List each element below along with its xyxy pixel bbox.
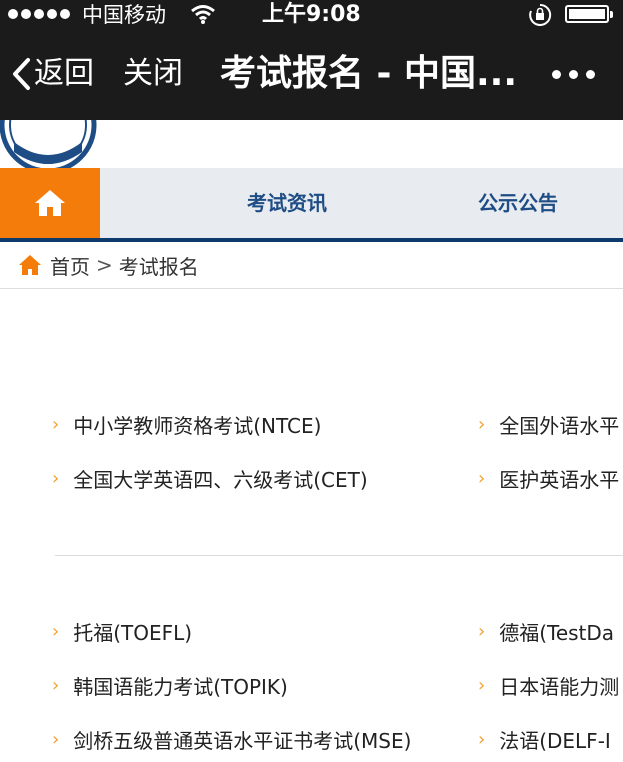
logo-band (0, 120, 623, 168)
battery-icon (565, 5, 613, 23)
chevron-left-icon (13, 58, 30, 90)
status-time: 上午9:08 (262, 2, 361, 27)
exam-link[interactable]: › 医护英语水平 (478, 465, 619, 495)
exam-link-label: 德福(TestDa (499, 621, 615, 645)
exam-link-label: 医护英语水平 (499, 468, 620, 492)
breadcrumb-home-link[interactable]: 首页 (50, 251, 90, 280)
site-logo (0, 120, 97, 168)
rotation-lock-icon (528, 3, 552, 31)
breadcrumb-separator: > (96, 253, 113, 277)
exam-link[interactable]: › 全国大学英语四、六级考试(CET) (52, 465, 368, 495)
exam-link-label: 剑桥五级普通英语水平证书考试(MSE) (73, 729, 412, 753)
exam-link-label: 日本语能力测 (499, 675, 620, 699)
main-menu: 考试资讯 公示公告 (0, 168, 623, 238)
exam-link-label: 韩国语能力考试(TOPIK) (73, 675, 288, 699)
breadcrumb-home-icon (19, 255, 41, 275)
nav-bar: 返回 关闭 考试报名 - 中国... (0, 30, 623, 120)
breadcrumb: 首页 > 考试报名 (0, 242, 623, 289)
exam-link[interactable]: › 托福(TOEFL) (52, 618, 192, 648)
exam-link[interactable]: › 德福(TestDa (478, 618, 614, 648)
exam-link[interactable]: › 日本语能力测 (478, 672, 619, 702)
menu-item-exam-news[interactable]: 考试资讯 (247, 168, 327, 238)
exam-link-label: 托福(TOEFL) (73, 621, 193, 645)
signal-dots-icon (8, 9, 70, 19)
exam-link-label: 中小学教师资格考试(NTCE) (73, 414, 322, 438)
exam-link-label: 法语(DELF-I (499, 729, 611, 753)
menu-item-announcements[interactable]: 公示公告 (478, 168, 558, 238)
exam-link[interactable]: › 全国外语水平 (478, 411, 619, 441)
menu-home-button[interactable] (0, 168, 100, 238)
chevron-right-icon: › (478, 621, 486, 642)
page-title: 考试报名 - 中国... (220, 53, 518, 94)
back-label: 返回 (34, 56, 94, 91)
exam-link[interactable]: › 剑桥五级普通英语水平证书考试(MSE) (52, 726, 411, 756)
back-button[interactable]: 返回 (10, 56, 94, 92)
chevron-right-icon: › (52, 729, 60, 750)
exam-link-label: 全国外语水平 (499, 414, 620, 438)
chevron-right-icon: › (478, 675, 486, 696)
chevron-right-icon: › (478, 414, 486, 435)
exam-link[interactable]: › 韩国语能力考试(TOPIK) (52, 672, 288, 702)
section-divider (55, 555, 623, 556)
chevron-right-icon: › (52, 675, 60, 696)
breadcrumb-current: 考试报名 (118, 254, 199, 279)
exam-link[interactable]: › 法语(DELF-I (478, 726, 611, 756)
carrier-name: 中国移动 (82, 3, 166, 27)
chevron-right-icon: › (52, 468, 60, 489)
exam-link-label: 全国大学英语四、六级考试(CET) (73, 468, 368, 492)
more-dots-icon[interactable] (552, 70, 595, 79)
chevron-right-icon: › (52, 414, 60, 435)
chevron-right-icon: › (52, 621, 60, 642)
close-button[interactable]: 关闭 (123, 56, 183, 92)
chevron-right-icon: › (478, 468, 486, 489)
home-icon (35, 190, 65, 216)
chevron-right-icon: › (478, 729, 486, 750)
wifi-icon (190, 3, 216, 29)
exam-link[interactable]: › 中小学教师资格考试(NTCE) (52, 411, 321, 441)
status-bar: 中国移动 上午9:08 (0, 0, 623, 30)
